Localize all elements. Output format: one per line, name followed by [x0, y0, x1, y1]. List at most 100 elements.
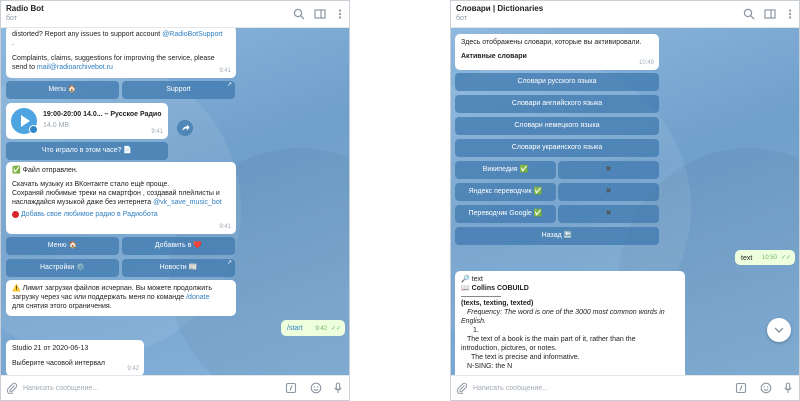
- what-played-button[interactable]: Что играло в этом часе? 📄: [6, 142, 168, 160]
- microphone-icon[interactable]: [782, 382, 794, 394]
- message-text: .: [12, 40, 14, 47]
- chat-title: Radio Bot: [6, 4, 44, 13]
- read-checkmark-icon: ✓✓: [780, 255, 791, 261]
- red-dot-icon: [12, 210, 19, 218]
- menu-button[interactable]: Menu 🏠: [6, 81, 119, 99]
- support-button[interactable]: Support ↗: [122, 81, 235, 99]
- divider: [461, 296, 501, 297]
- wikipedia-remove-button[interactable]: ✖: [558, 161, 659, 179]
- news-button[interactable]: Новости 📰 ↗: [122, 259, 235, 277]
- attach-icon[interactable]: [456, 382, 468, 394]
- message-text: Активные словари: [461, 53, 527, 60]
- chat-window-dictionaries: Словари | Dictionaries бот Здесь отображ…: [450, 0, 800, 401]
- email-link[interactable]: mail@radioarchivebot.ru: [37, 64, 113, 71]
- sidebar-toggle-icon[interactable]: [314, 8, 326, 20]
- audio-size: 14.0 MB: [43, 122, 70, 129]
- message-bubble: ✅ Файл отправлен. Скачать музыку из ВКон…: [6, 162, 236, 234]
- commands-icon[interactable]: [285, 382, 297, 394]
- outgoing-message: /start 9:42 ✓✓: [281, 320, 345, 336]
- message-text: text: [741, 255, 753, 262]
- message-text: Скачать музыку из ВКонтакте стало ещё пр…: [12, 181, 170, 188]
- sidebar-toggle-icon[interactable]: [764, 8, 776, 20]
- message-input[interactable]: [23, 381, 243, 395]
- news-button-label: Новости 📰: [159, 264, 198, 271]
- outgoing-message: text 10:50 ✓✓: [735, 250, 795, 265]
- chat-subtitle: бот: [6, 15, 17, 22]
- chat-window-radio-bot: Radio Bot бот distorted? Report any issu…: [0, 0, 350, 401]
- message-text: 🔎 text: [461, 276, 483, 283]
- emoji-icon[interactable]: [760, 382, 772, 394]
- menu-button[interactable]: Меню 🏠: [6, 237, 119, 255]
- message-bubble: Studio 21 от 2020-06-13 Выберите часовой…: [6, 340, 144, 375]
- attach-icon[interactable]: [6, 382, 18, 394]
- add-to-favorites-button[interactable]: Добавить в ❤️: [122, 237, 235, 255]
- message-text: 📖 Collins COBUILD: [461, 285, 529, 292]
- message-text: Здесь отображены словари, которые вы акт…: [461, 39, 642, 46]
- message-text: The text is precise and informative.: [471, 354, 580, 361]
- message-text: загрузку через час или поддержать меня п…: [12, 294, 187, 301]
- message-time: 9:42: [127, 366, 139, 372]
- message-text: Frequency: The word is one of the 3000 m…: [467, 309, 665, 316]
- yandex-translator-remove-button[interactable]: ✖: [558, 183, 659, 201]
- yandex-translator-toggle-button[interactable]: Яндекс переводчик ✅: [455, 183, 556, 201]
- message-bubble: ⚠️ Лимит загрузки файлов исчерпан. Вы мо…: [6, 280, 236, 316]
- message-text: introduction, pictures, or notes.: [461, 345, 557, 352]
- message-composer: [451, 375, 799, 400]
- more-icon[interactable]: [334, 8, 346, 20]
- support-link[interactable]: @RadioBotSupport: [162, 31, 222, 38]
- message-time: 9:41: [151, 129, 163, 135]
- message-time: 10:50: [761, 255, 777, 261]
- message-text: The text of a book is the main part of i…: [467, 336, 636, 343]
- message-text: send to: [12, 64, 37, 71]
- message-text: distorted? Report any issues to support …: [12, 31, 163, 38]
- google-translator-toggle-button[interactable]: Переводчик Google ✅: [455, 205, 556, 223]
- ukrainian-dictionaries-button[interactable]: Словари украинского языка: [455, 139, 659, 157]
- download-icon[interactable]: [29, 125, 38, 134]
- google-translator-remove-button[interactable]: ✖: [558, 205, 659, 223]
- chevron-down-icon: [774, 327, 784, 333]
- message-text: Выберите часовой интервал: [12, 360, 105, 367]
- message-input[interactable]: [473, 381, 693, 395]
- message-text: Studio 21 от 2020-06-13: [12, 345, 89, 352]
- message-time: 9:42: [315, 326, 327, 332]
- link-arrow-icon: ↗: [226, 260, 232, 266]
- message-text: ✅ Файл отправлен.: [12, 167, 78, 174]
- wikipedia-toggle-button[interactable]: Википедия ✅: [455, 161, 556, 179]
- support-button-label: Support: [166, 86, 191, 93]
- message-text: English.: [461, 318, 486, 325]
- message-text: ⚠️ Лимит загрузки файлов исчерпан. Вы мо…: [12, 285, 212, 292]
- scroll-down-button[interactable]: [767, 318, 791, 342]
- emoji-icon[interactable]: [310, 382, 322, 394]
- message-composer: [1, 375, 349, 400]
- message-time: 9:41: [219, 68, 231, 74]
- message-text: 1.: [473, 327, 479, 334]
- audio-message: 19:00-20:00 14.0... – Русское Радио 14.0…: [6, 103, 168, 139]
- russian-dictionaries-button[interactable]: Словари русского языка: [455, 73, 659, 91]
- commands-icon[interactable]: [735, 382, 747, 394]
- message-text: наслаждайся музыкой даже без интернета: [12, 199, 154, 206]
- microphone-icon[interactable]: [332, 382, 344, 394]
- message-text: Complaints, claims, suggestions for impr…: [12, 55, 215, 62]
- start-command[interactable]: /start: [287, 325, 303, 332]
- link-arrow-icon: ↗: [226, 82, 232, 88]
- share-icon[interactable]: [177, 120, 193, 136]
- chat-subtitle: бот: [456, 15, 467, 22]
- more-icon[interactable]: [784, 8, 796, 20]
- english-dictionaries-button[interactable]: Словари английского языка: [455, 95, 659, 113]
- add-radio-link[interactable]: Добавь свое любимое радио в Радиобота: [21, 211, 158, 218]
- vk-bot-link[interactable]: @vk_save_music_bot: [153, 199, 222, 206]
- message-bubble: Здесь отображены словари, которые вы акт…: [455, 34, 659, 70]
- chat-header: Словари | Dictionaries бот: [451, 1, 799, 28]
- chat-header: Radio Bot бот: [1, 1, 349, 28]
- message-time: 9:41: [219, 224, 231, 230]
- message-bubble: 🔎 text 📖 Collins COBUILD (texts, texting…: [455, 271, 685, 375]
- back-button[interactable]: Назад 🔙: [455, 227, 659, 245]
- search-icon[interactable]: [743, 8, 755, 20]
- message-text: Сохраняй любимые треки на смартфон , соз…: [12, 190, 220, 197]
- read-checkmark-icon: ✓✓: [330, 326, 341, 332]
- german-dictionaries-button[interactable]: Словари немецкого языка: [455, 117, 659, 135]
- message-bubble: distorted? Report any issues to support …: [6, 28, 236, 78]
- donate-link[interactable]: /donate: [186, 294, 209, 301]
- search-icon[interactable]: [293, 8, 305, 20]
- settings-button[interactable]: Настройки ⚙️: [6, 259, 119, 277]
